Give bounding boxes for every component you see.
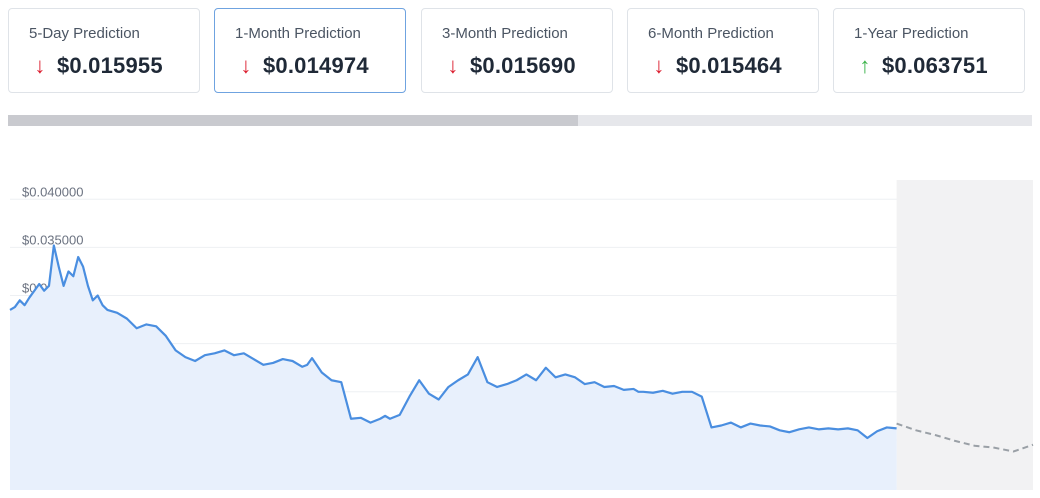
prediction-card-1-year[interactable]: 1-Year Prediction ↑ $0.063751: [833, 8, 1025, 93]
arrow-down-icon: ↓: [447, 53, 459, 78]
arrow-up-icon: ↑: [859, 53, 871, 78]
y-tick-label: $0.035000: [22, 232, 83, 247]
chart-range-scrollbar[interactable]: [8, 115, 1032, 126]
price-chart: $0.040000$0.035000$0.030000$0.025000$0.0…: [0, 140, 1040, 498]
prediction-label: 1-Year Prediction: [854, 25, 969, 42]
prediction-label: 3-Month Prediction: [442, 25, 568, 42]
price-chart-svg: $0.040000$0.035000$0.030000$0.025000$0.0…: [9, 180, 1034, 490]
prediction-cards: 5-Day Prediction ↓ $0.015955 1-Month Pred…: [8, 8, 1026, 95]
prediction-card-1-month[interactable]: 1-Month Prediction ↓ $0.014974: [214, 8, 406, 93]
prediction-label: 1-Month Prediction: [235, 25, 361, 42]
prediction-value-row: ↓ $0.014974: [237, 53, 369, 79]
arrow-down-icon: ↓: [34, 53, 46, 78]
prediction-value: $0.015690: [470, 53, 576, 78]
arrow-down-icon: ↓: [653, 53, 665, 78]
price-area-fill: [10, 245, 897, 490]
prediction-value-row: ↑ $0.063751: [856, 53, 988, 79]
y-tick-label: $0.040000: [22, 184, 83, 199]
prediction-value-row: ↓ $0.015955: [31, 53, 163, 79]
prediction-label: 5-Day Prediction: [29, 25, 140, 42]
prediction-card-3-month[interactable]: 3-Month Prediction ↓ $0.015690: [421, 8, 613, 93]
prediction-value: $0.063751: [882, 53, 988, 78]
prediction-card-5-day[interactable]: 5-Day Prediction ↓ $0.015955: [8, 8, 200, 93]
prediction-value-row: ↓ $0.015690: [444, 53, 576, 79]
prediction-value: $0.015955: [57, 53, 163, 78]
arrow-down-icon: ↓: [240, 53, 252, 78]
prediction-value: $0.014974: [263, 53, 369, 78]
scrollbar-thumb[interactable]: [8, 115, 578, 126]
prediction-value: $0.015464: [676, 53, 782, 78]
prediction-value-row: ↓ $0.015464: [650, 53, 782, 79]
prediction-label: 6-Month Prediction: [648, 25, 774, 42]
prediction-card-6-month[interactable]: 6-Month Prediction ↓ $0.015464: [627, 8, 819, 93]
